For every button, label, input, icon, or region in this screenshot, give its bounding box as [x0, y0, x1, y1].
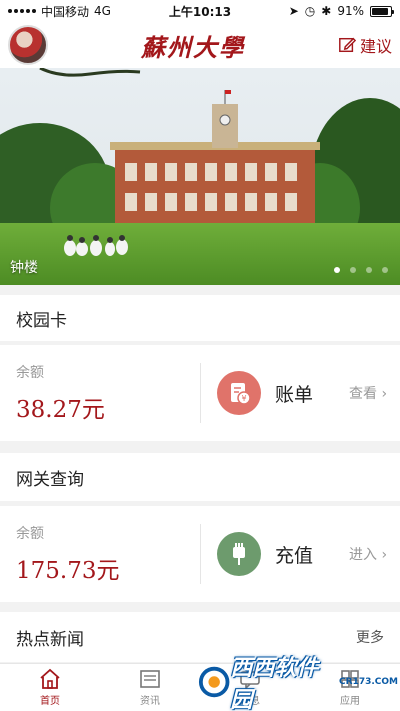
location-icon: ➤: [288, 4, 299, 18]
bill-label: 账单: [275, 383, 314, 406]
tab-home[interactable]: 首页: [0, 664, 100, 711]
bill-button[interactable]: ¥ 账单 查看 ›: [201, 371, 400, 415]
bill-icon: ¥: [217, 371, 261, 415]
watermark-logo-icon: [198, 666, 230, 698]
svg-text:¥: ¥: [241, 394, 246, 403]
home-icon: [40, 668, 60, 689]
gateway-balance-label: 余额: [16, 526, 44, 542]
battery-percent: 91%: [337, 4, 364, 18]
campus-card-header[interactable]: 校园卡: [0, 295, 400, 341]
status-time: 上午10:13: [168, 4, 232, 19]
clock-tower-photo: [0, 68, 400, 285]
carousel-dot[interactable]: [350, 267, 356, 273]
avatar[interactable]: [8, 25, 48, 65]
signal-icon: [8, 9, 36, 13]
campus-card-panel: 余额 38.27元 ¥ 账单 查看 ›: [0, 345, 400, 441]
gateway-panel: 余额 175.73元 充值 进入 ›: [0, 506, 400, 602]
suggest-button[interactable]: 建议: [338, 33, 392, 57]
carousel-dots[interactable]: [334, 267, 388, 273]
carousel-dot[interactable]: [366, 267, 372, 273]
carousel-dot[interactable]: [382, 267, 388, 273]
news-header: 热点新闻 更多: [0, 612, 400, 662]
more-link[interactable]: 更多: [356, 627, 384, 647]
gateway-header[interactable]: 网关查询: [0, 453, 400, 501]
watermark-sub: CR173.COM: [339, 677, 398, 687]
network-type: 4G: [94, 4, 111, 18]
news-icon: [140, 670, 160, 688]
enter-link[interactable]: 进入 ›: [349, 544, 387, 564]
carousel-dot[interactable]: [334, 267, 340, 273]
status-bar: 中国移动 4G 上午10:13 ➤ ◷ ✱ 91%: [0, 0, 400, 22]
view-link[interactable]: 查看 ›: [349, 383, 387, 403]
alarm-icon: ◷: [304, 4, 316, 18]
tab-label: 首页: [40, 696, 60, 707]
gateway-title: 网关查询: [16, 469, 84, 490]
campus-card-title: 校园卡: [16, 310, 67, 331]
tab-label: 资讯: [140, 696, 160, 707]
banner-caption: 钟楼: [10, 260, 38, 276]
news-title: 热点新闻: [16, 629, 84, 650]
suggest-label: 建议: [359, 37, 392, 56]
app-header: 蘇州大學 建议: [0, 22, 400, 68]
recharge-label: 充值: [275, 544, 314, 567]
plug-icon: [217, 532, 261, 576]
watermark-text: 西西软件园: [230, 656, 319, 711]
edit-icon: [339, 37, 356, 53]
watermark: 西西软件园 CR173.COM: [198, 656, 398, 711]
campus-balance-label: 余额: [16, 365, 44, 381]
carrier: 中国移动: [41, 4, 90, 19]
campus-balance-value: 38.27元: [16, 397, 105, 423]
bluetooth-icon: ✱: [321, 4, 332, 18]
university-logo: 蘇州大學: [140, 32, 245, 62]
battery-icon: [370, 5, 394, 17]
tab-news[interactable]: 资讯: [100, 664, 200, 711]
gateway-balance-value: 175.73元: [16, 558, 120, 584]
recharge-button[interactable]: 充值 进入 ›: [201, 532, 400, 576]
photo-banner[interactable]: 钟楼: [0, 68, 400, 285]
